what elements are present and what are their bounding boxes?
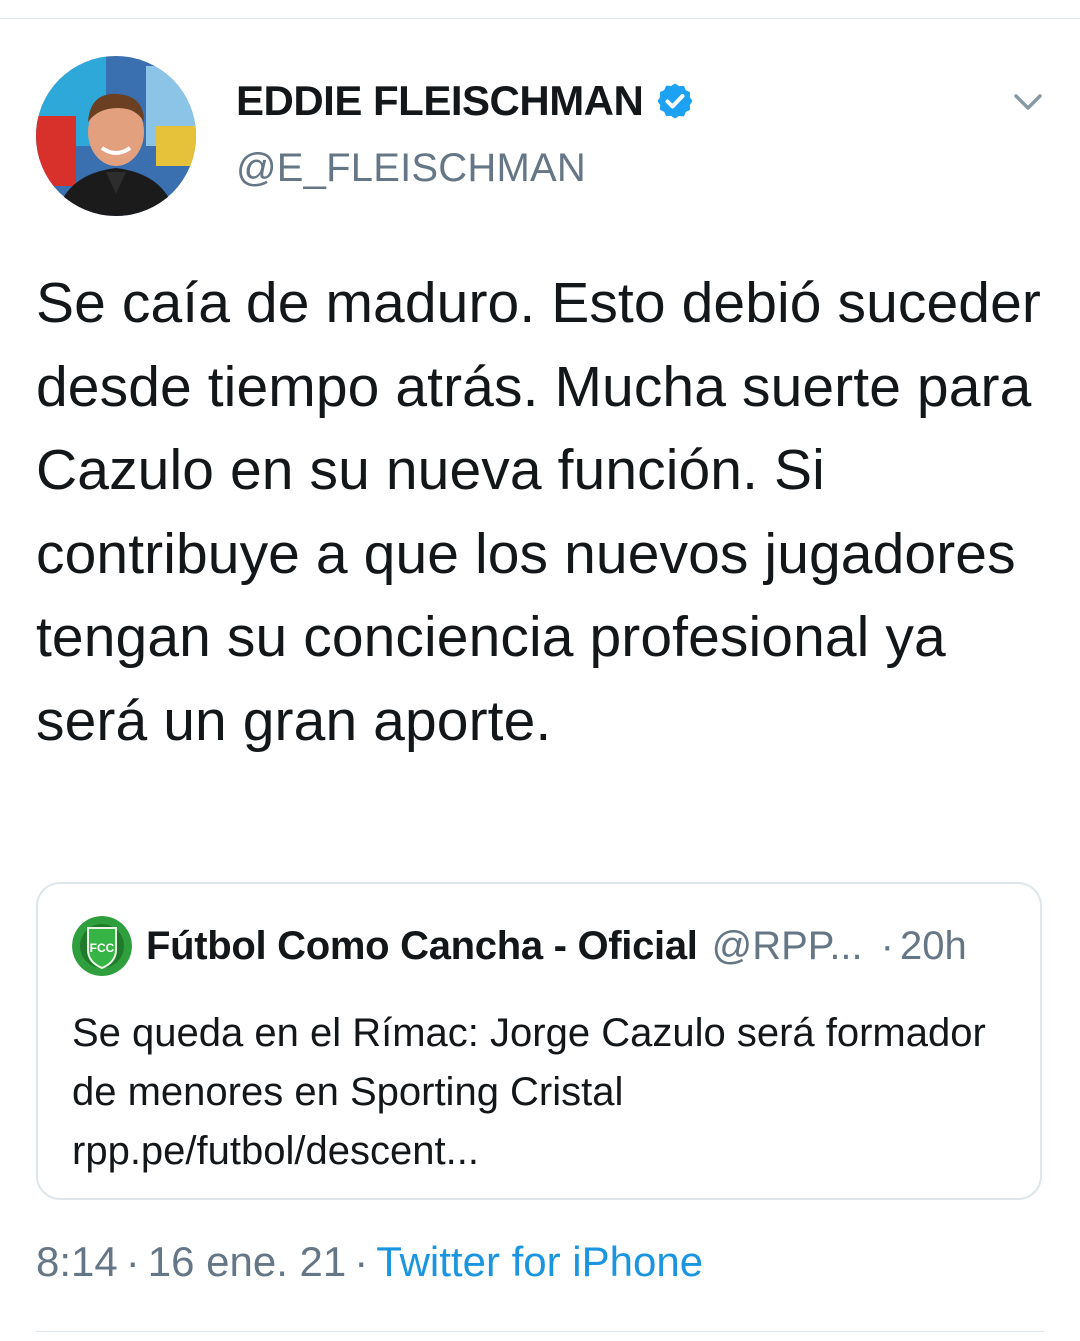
quoted-author-name: Fútbol Como Cancha - Oficial: [146, 923, 698, 968]
author-info: EDDIE FLEISCHMAN @E_FLEISCHMAN: [236, 72, 695, 191]
author-avatar[interactable]: [36, 56, 196, 216]
quoted-author-avatar: FCC: [72, 916, 132, 976]
tweet-source-link[interactable]: Twitter for iPhone: [376, 1238, 703, 1285]
quoted-tweet-header: FCC Fútbol Como Cancha - Oficial @RPP...…: [72, 916, 967, 976]
meta-separator: ·: [354, 1238, 369, 1285]
quoted-avatar-initials: FCC: [90, 941, 115, 955]
author-handle[interactable]: @E_FLEISCHMAN: [236, 146, 695, 191]
tweet-meta: 8:14 · 16 ene. 21 · Twitter for iPhone: [36, 1238, 703, 1286]
display-name-row: EDDIE FLEISCHMAN: [236, 72, 695, 130]
tweet-time: 8:14: [36, 1238, 118, 1285]
tweet-date: 16 ene. 21: [147, 1238, 347, 1285]
quoted-timestamp: 20h: [900, 923, 967, 968]
top-divider: [0, 18, 1080, 19]
bottom-divider: [36, 1331, 1044, 1332]
verified-badge-icon: [657, 83, 693, 119]
meta-separator: ·: [125, 1238, 140, 1285]
author-display-name[interactable]: EDDIE FLEISCHMAN: [236, 77, 644, 125]
quoted-author-handle: @RPP...: [711, 923, 863, 968]
chevron-down-icon[interactable]: [1008, 82, 1048, 122]
tweet-text: Se caía de maduro. Esto debió suceder de…: [36, 271, 1041, 753]
quoted-tweet-text: Se queda en el Rímac: Jorge Cazulo será …: [72, 1011, 986, 1173]
quoted-tweet-card[interactable]: FCC Fútbol Como Cancha - Oficial @RPP...…: [36, 882, 1042, 1200]
quoted-separator: ·: [880, 923, 894, 968]
